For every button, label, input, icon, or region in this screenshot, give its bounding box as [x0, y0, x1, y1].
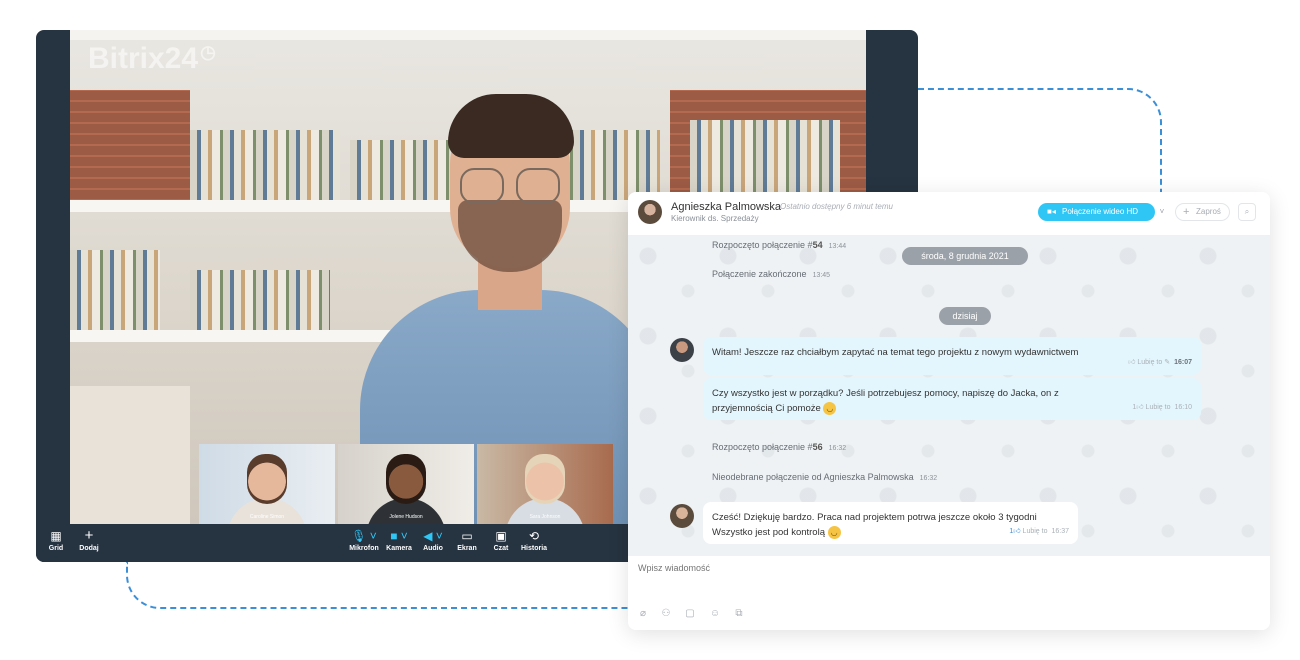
message-meta: 1👍︎ Lubię to 16:10: [1132, 404, 1192, 411]
contact-role: Kierownik ds. Sprzedaży: [671, 214, 759, 223]
date-divider: środa, 8 grudnia 2021: [902, 247, 1028, 265]
microphone-icon: 🎙︎ ˅: [351, 529, 377, 543]
participant-face: [386, 454, 426, 504]
attachment-icon[interactable]: ⌀: [636, 608, 650, 619]
edit-icon: ✎: [1164, 359, 1171, 366]
message-meta: 👍︎ Lubię to ✎ 16:07: [1128, 359, 1192, 366]
connector-line-top: [918, 88, 1162, 192]
cabinet: [70, 386, 190, 524]
chat-message: Cześć! Dziękuję bardzo. Praca nad projek…: [703, 502, 1078, 544]
like-icon: 👍︎: [1136, 404, 1144, 411]
user-icon[interactable]: ⚇: [659, 608, 673, 619]
add-participant-button[interactable]: + Dodaj: [69, 528, 109, 558]
emoji-icon[interactable]: ☺: [708, 608, 722, 619]
chevron-down-icon: ˅: [1159, 207, 1165, 216]
participant-name: Sara Johnson: [529, 514, 561, 520]
participant-thumbnails: Caroline Simon Jolene Hudson Sara Johnso…: [199, 444, 613, 524]
hd-video-call-button[interactable]: ■◂ Połączenie wideo HD: [1038, 203, 1155, 221]
participant-face: [247, 454, 287, 504]
system-message: Nieodebrane połączenie od Agnieszka Palm…: [712, 472, 938, 482]
system-message: Rozpoczęto połączenie #54 13:44: [712, 240, 847, 250]
brick-wall: [70, 90, 190, 210]
system-message: Rozpoczęto połączenie #56 16:32: [712, 442, 847, 452]
call-options-dropdown[interactable]: ˅: [1156, 203, 1168, 221]
plus-icon: +: [1183, 206, 1190, 218]
glasses-left-lens: [460, 168, 504, 204]
participant-name: Jolene Hudson: [389, 514, 423, 520]
chat-header: Agnieszka Palmowska Ostatnio dostępny 6 …: [628, 192, 1270, 236]
participant-thumbnail[interactable]: Sara Johnson: [477, 444, 613, 524]
search-chat-button[interactable]: ⌕: [1238, 203, 1256, 221]
smile-emoji-icon: ◡: [823, 401, 837, 415]
chat-window: Agnieszka Palmowska Ostatnio dostępny 6 …: [628, 192, 1270, 630]
books: [190, 130, 340, 200]
video-camera-icon: ■◂: [1047, 207, 1056, 216]
like-button[interactable]: Lubię to: [1137, 359, 1162, 366]
like-button[interactable]: Lubię to: [1023, 528, 1048, 535]
plus-icon: +: [84, 527, 94, 544]
search-icon: ⌕: [1244, 207, 1250, 216]
participant-thumbnail[interactable]: Jolene Hudson: [338, 444, 474, 524]
books: [70, 250, 160, 330]
chat-messages-area[interactable]: Rozpoczęto połączenie #54 13:44 środa, 8 …: [628, 236, 1270, 556]
system-message: Połączenie zakończone 13:45: [712, 269, 831, 279]
date-divider: dzisiaj: [939, 307, 991, 325]
chat-message: Czy wszystko jest w porządku? Jeśli potr…: [703, 378, 1201, 420]
bitrix24-logo: Bitrix24 ◷: [88, 42, 216, 75]
message-text: Witam! Jeszcze raz chciałbym zapytać na …: [712, 347, 1079, 358]
smile-emoji-icon: ◡: [827, 525, 841, 539]
presenter-hair: [448, 94, 574, 158]
participant-thumbnail[interactable]: Caroline Simon: [199, 444, 335, 524]
copy-icon[interactable]: ⧉: [732, 608, 746, 619]
document-icon[interactable]: ▢: [683, 608, 697, 619]
like-icon: 👍︎: [1128, 359, 1136, 366]
connector-line-bottom: [126, 562, 630, 609]
microphone-button[interactable]: 🎙︎ ˅ Mikrofon: [344, 528, 384, 558]
contact-status: Ostatnio dostępny 6 minut temu: [780, 202, 893, 211]
like-button[interactable]: Lubię to: [1146, 404, 1171, 411]
bookshelf: [70, 30, 866, 40]
participant-name: Caroline Simon: [249, 514, 285, 520]
message-text: Czy wszystko jest w porządku? Jeśli potr…: [712, 388, 1059, 414]
books: [190, 270, 330, 330]
contact-name[interactable]: Agnieszka Palmowska: [671, 201, 781, 213]
history-icon: ⟲: [528, 529, 540, 543]
presenter-beard: [458, 200, 562, 272]
participant-face: [525, 454, 565, 504]
invite-button[interactable]: + Zaproś: [1175, 203, 1230, 221]
message-text: Wszystko jest pod kontrolą: [712, 527, 825, 538]
message-text: Cześć! Dziękuję bardzo. Praca nad projek…: [712, 512, 1037, 523]
avatar[interactable]: [638, 200, 662, 224]
chat-message: Witam! Jeszcze raz chciałbym zapytać na …: [703, 337, 1201, 375]
message-input[interactable]: [638, 559, 1238, 577]
message-meta: 1👍︎ Lubię to 16:37: [1009, 528, 1069, 535]
glasses-right-lens: [516, 168, 560, 204]
avatar[interactable]: [670, 504, 694, 528]
avatar[interactable]: [670, 338, 694, 362]
message-composer: ⌀ ⚇ ▢ ☺ ⧉: [628, 556, 1270, 630]
books: [690, 120, 840, 200]
history-button[interactable]: ⟲ Historia: [514, 528, 554, 558]
like-icon: 👍︎: [1013, 528, 1021, 535]
